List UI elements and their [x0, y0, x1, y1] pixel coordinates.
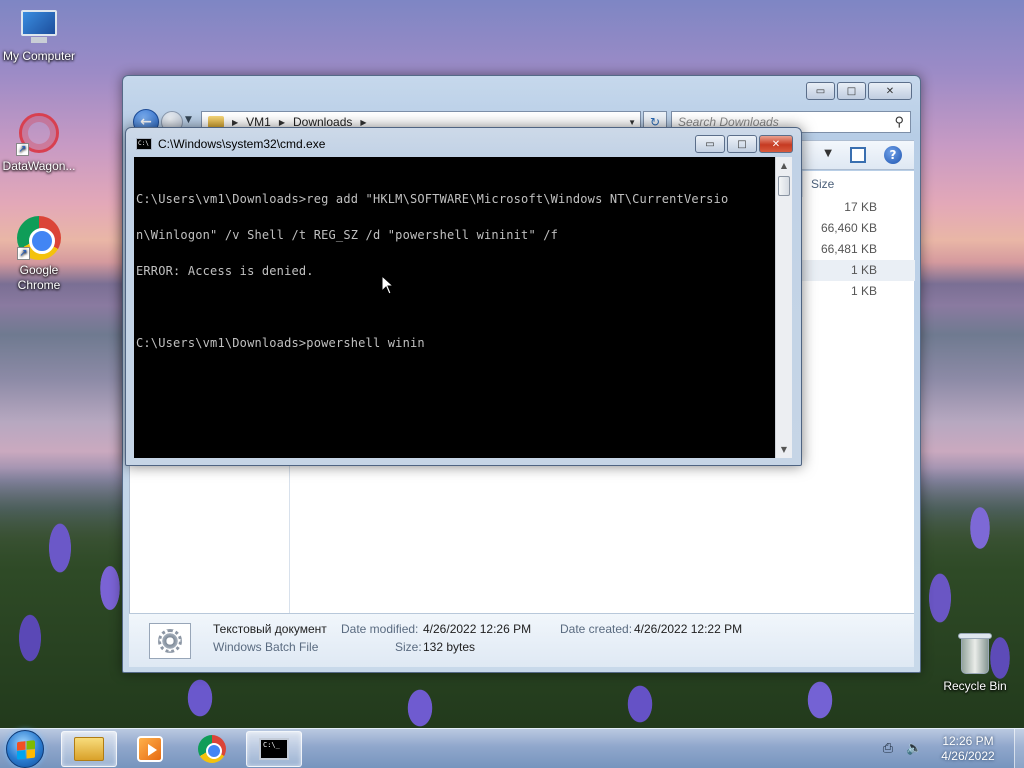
volume-icon[interactable]: 🔈 [906, 741, 922, 757]
maximize-button[interactable]: □ [727, 135, 757, 153]
scroll-up-icon[interactable]: ▲ [776, 157, 792, 174]
console-line: C:\Users\vm1\Downloads>reg add "HKLM\SOF… [136, 192, 729, 206]
detail-date-modified-label: Date modified: [341, 622, 419, 636]
cmd-title-bar[interactable]: C:\ C:\Windows\system32\cmd.exe [136, 137, 325, 151]
console-line: n\Winlogon" /v Shell /t REG_SZ /d "power… [136, 228, 559, 242]
taskbar-explorer-button[interactable] [61, 731, 117, 767]
computer-icon [17, 10, 61, 46]
cmd-window-title: C:\Windows\system32\cmd.exe [158, 137, 326, 151]
views-dropdown-icon[interactable]: ▼ [824, 148, 832, 159]
batch-file-icon [149, 623, 191, 659]
search-icon: ⚲ [894, 114, 904, 129]
minimize-button[interactable]: ▭ [806, 82, 835, 100]
desktop-icon-datawagon[interactable]: ↗ DataWagon... [0, 110, 78, 174]
desktop-icon-label: Google Chrome [17, 263, 61, 292]
maximize-button[interactable]: □ [837, 82, 866, 100]
minimize-icon: ▭ [815, 85, 826, 97]
show-desktop-button[interactable] [1014, 729, 1024, 768]
cmd-window-controls: ▭ □ ✕ [695, 135, 793, 153]
detail-size: 132 bytes [423, 640, 476, 654]
shortcut-arrow-icon: ↗ [17, 247, 30, 260]
details-pane: Текстовый документ Windows Batch File Da… [129, 613, 914, 667]
console-line: ERROR: Access is denied. [136, 264, 314, 278]
maximize-icon: □ [846, 85, 857, 97]
folder-icon [74, 737, 104, 761]
desktop-icon-recycle-bin[interactable]: Recycle Bin [936, 632, 1014, 694]
console-input-line[interactable]: C:\Users\vm1\Downloads>powershell winin [136, 337, 775, 349]
network-icon[interactable]: ⎙ [880, 741, 896, 757]
start-button[interactable] [6, 730, 44, 768]
detail-date-created-label: Date created: [560, 622, 633, 636]
clock[interactable]: 12:26 PM 4/26/2022 [932, 734, 1004, 764]
cmd-window[interactable]: C:\ C:\Windows\system32\cmd.exe ▭ □ ✕ C:… [125, 127, 802, 466]
cmd-icon: C:\ [136, 138, 152, 150]
close-button[interactable]: ✕ [759, 135, 793, 153]
recycle-bin-icon [957, 632, 993, 676]
shortcut-arrow-icon: ↗ [16, 143, 29, 156]
file-size-cell[interactable]: 17 KB [802, 197, 915, 218]
desktop-icon-label: My Computer [2, 49, 76, 63]
media-player-icon [137, 736, 163, 762]
detail-file-type: Windows Batch File [213, 640, 319, 654]
chevron-right-icon[interactable]: ▶ [232, 118, 238, 127]
console-output[interactable]: C:\Users\vm1\Downloads>reg add "HKLM\SOF… [134, 157, 775, 458]
scrollbar-thumb[interactable] [778, 176, 790, 196]
file-size-cell-selected[interactable]: 1 KB [802, 260, 915, 281]
gear-icon [158, 629, 182, 653]
size-column: Size 17 KB 66,460 KB 66,481 KB 1 KB 1 KB [802, 171, 915, 613]
detail-date-created: 4/26/2022 12:22 PM [634, 622, 743, 636]
file-size-cell[interactable]: 66,481 KB [802, 239, 915, 260]
file-size-cell[interactable]: 1 KB [802, 281, 915, 302]
detail-date-modified: 4/26/2022 12:26 PM [423, 622, 532, 636]
close-icon: ✕ [771, 138, 781, 150]
desktop-icon-label: DataWagon... [2, 159, 76, 173]
datawagon-icon: ↗ [16, 110, 62, 156]
chrome-icon: ↗ [17, 216, 61, 260]
detail-file-name: Текстовый документ [213, 622, 327, 636]
clock-date: 4/26/2022 [941, 749, 995, 763]
chevron-right-icon[interactable]: ▶ [279, 118, 285, 127]
clock-time: 12:26 PM [942, 734, 994, 748]
taskbar-chrome-button[interactable] [184, 731, 240, 767]
desktop-icon-my-computer[interactable]: My Computer [0, 10, 78, 64]
scroll-down-icon[interactable]: ▼ [776, 441, 792, 458]
preview-pane-icon[interactable] [850, 147, 866, 163]
size-column-header[interactable]: Size [802, 171, 915, 197]
cmd-icon: C:\_ [259, 738, 289, 760]
minimize-button[interactable]: ▭ [695, 135, 725, 153]
chevron-down-icon[interactable]: ▼ [628, 118, 636, 127]
taskbar-cmd-button[interactable]: C:\_ [246, 731, 302, 767]
desktop-icon-google-chrome[interactable]: ↗ Google Chrome [0, 216, 78, 293]
console-scrollbar[interactable]: ▲ ▼ [775, 157, 792, 458]
help-icon[interactable]: ? [884, 146, 902, 164]
detail-size-label: Size: [395, 640, 422, 654]
close-icon: ✕ [885, 85, 895, 97]
taskbar: C:\_ ⎙ 🔈 12:26 PM 4/26/2022 [0, 728, 1024, 768]
minimize-icon: ▭ [705, 138, 715, 150]
system-tray: ⎙ 🔈 12:26 PM 4/26/2022 [880, 729, 1024, 768]
file-size-cell[interactable]: 66,460 KB [802, 218, 915, 239]
taskbar-media-player-button[interactable] [122, 731, 178, 767]
explorer-window-controls: ▭ □ ✕ [806, 82, 912, 100]
close-button[interactable]: ✕ [868, 82, 912, 100]
chevron-right-icon[interactable]: ▶ [360, 118, 366, 127]
desktop-icon-label: Recycle Bin [943, 679, 1007, 693]
windows-logo-icon [17, 740, 35, 760]
recent-pages-dropdown[interactable]: ▼ [185, 115, 192, 125]
chrome-icon [198, 735, 226, 763]
maximize-icon: □ [737, 138, 747, 150]
